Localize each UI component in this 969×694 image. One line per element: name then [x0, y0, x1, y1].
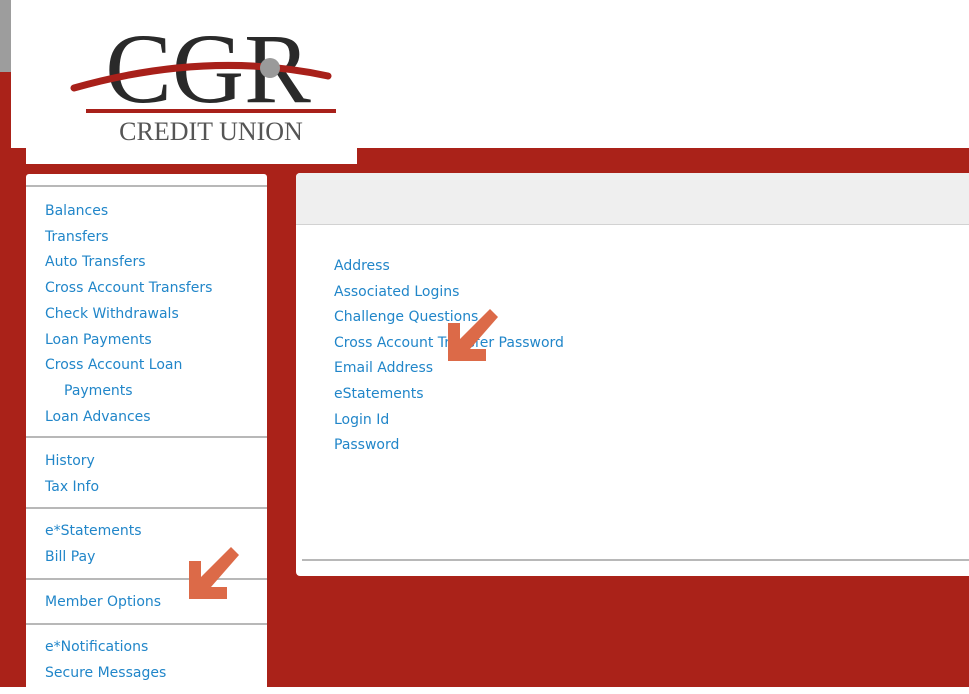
nav-group-messages: e*Notifications Secure Messages — [26, 635, 267, 686]
logo-tagline: CREDIT UNION — [119, 117, 303, 146]
header-logo-area: CGR CREDIT UNION — [26, 0, 357, 164]
nav-cross-account-transfers[interactable]: Cross Account Transfers — [26, 276, 267, 302]
nav-loan-advances[interactable]: Loan Advances — [26, 405, 267, 431]
left-edge-bar — [0, 0, 11, 687]
nav-cross-account-loan[interactable]: Cross Account Loan — [26, 353, 267, 379]
sidebar-menu: Balances Transfers Auto Transfers Cross … — [26, 174, 267, 694]
nav-tax-info[interactable]: Tax Info — [26, 475, 267, 501]
panel-bottom-divider — [302, 559, 969, 561]
sidebar-divider — [26, 623, 267, 625]
nav-secure-messages[interactable]: Secure Messages — [26, 661, 267, 687]
nav-e-statements[interactable]: e*Statements — [26, 519, 267, 545]
panel-header — [296, 173, 969, 225]
cgr-credit-union-logo[interactable]: CGR CREDIT UNION — [68, 10, 348, 150]
nav-loan-payments[interactable]: Loan Payments — [26, 328, 267, 354]
down-left-arrow-icon — [448, 309, 498, 361]
nav-balances[interactable]: Balances — [26, 199, 267, 225]
sidebar-divider — [26, 507, 267, 509]
nav-check-withdrawals[interactable]: Check Withdrawals — [26, 302, 267, 328]
logo-dot — [260, 58, 280, 78]
option-address[interactable]: Address — [334, 254, 564, 280]
down-left-arrow-icon — [189, 547, 239, 599]
option-login-id[interactable]: Login Id — [334, 408, 564, 434]
nav-auto-transfers[interactable]: Auto Transfers — [26, 250, 267, 276]
nav-transfers[interactable]: Transfers — [26, 225, 267, 251]
nav-history[interactable]: History — [26, 449, 267, 475]
option-associated-logins[interactable]: Associated Logins — [334, 280, 564, 306]
sidebar-divider — [26, 436, 267, 438]
nav-group-accounts: Balances Transfers Auto Transfers Cross … — [26, 199, 267, 430]
member-options-panel: Address Associated Logins Challenge Ques… — [296, 173, 969, 576]
nav-group-history: History Tax Info — [26, 449, 267, 500]
option-password[interactable]: Password — [334, 433, 564, 459]
option-estatements[interactable]: eStatements — [334, 382, 564, 408]
window-scrollbar[interactable] — [0, 0, 11, 72]
sidebar-top-divider — [26, 185, 267, 187]
nav-cross-account-loan-payments[interactable]: Payments — [26, 379, 267, 405]
logo-rule — [86, 109, 336, 113]
nav-e-notifications[interactable]: e*Notifications — [26, 635, 267, 661]
